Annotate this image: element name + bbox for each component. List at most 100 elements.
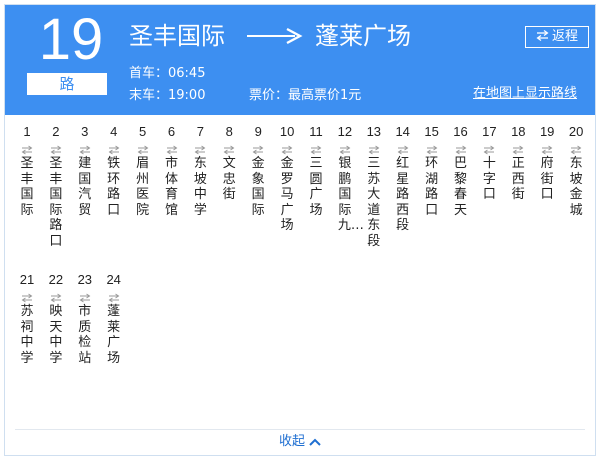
stop-number: 22 [48,272,64,287]
origin-stop: 圣丰国际 [129,22,225,50]
stop-name: 府街口 [540,156,554,202]
stop-name: 眉州医院 [136,156,150,218]
swap-arrows-icon [100,288,128,304]
stop-number: 10 [279,124,295,139]
stop-number: 1 [23,124,31,139]
stop-item[interactable]: 11 三圆广场 [302,123,330,218]
stop-name: 东坡中学 [193,156,207,218]
swap-arrows-icon [273,140,301,156]
swap-arrows-icon [42,140,70,156]
return-trip-label: 返程 [551,29,578,44]
stop-number: 15 [424,124,439,139]
stop-list: 1 圣丰国际 2 圣丰国际路口 3 建国汽贸 4 铁环路口 5 眉州医院 6 市体育馆 7 东坡中学 8 文忠… [5,123,595,423]
stop-name: 文忠街 [222,156,236,202]
swap-arrows-icon [360,140,388,156]
stop-item[interactable]: 14 红星路西段 [389,123,417,234]
stop-item[interactable]: 6 市体育馆 [158,123,186,218]
stop-number: 9 [254,124,262,139]
swap-arrows-icon [71,140,99,156]
route-number: 19 [38,7,104,72]
stop-number: 11 [309,124,323,139]
stop-number: 7 [196,124,204,139]
stop-name: 十字口 [482,156,496,202]
stop-item[interactable]: 19 府街口 [533,123,561,203]
show-route-on-map-link[interactable]: 在地图上显示路线 [473,85,577,103]
swap-arrows-icon [129,140,157,156]
stop-item[interactable]: 8 文忠街 [215,123,243,203]
stop-item[interactable]: 18 正西街 [504,123,532,203]
stop-name: 巴黎春天 [453,156,467,218]
fare-info: 票价：最高票价1元 [249,88,362,103]
stop-item[interactable]: 4 铁环路口 [100,123,128,218]
stop-number: 19 [539,124,555,139]
stop-number: 23 [77,272,93,287]
swap-arrows-icon [13,288,41,304]
stop-item[interactable]: 24 蓬莱广场 [100,271,128,366]
direction-arrow-icon [247,27,303,45]
stop-number: 20 [568,124,584,139]
first-bus-time: 首车：06:45 [129,66,206,81]
stop-name: 苏祠中学 [20,304,34,366]
stop-item[interactable]: 7 东坡中学 [186,123,214,218]
swap-arrows-icon [100,140,128,156]
stop-name: 红星路西段 [396,156,410,233]
swap-arrows-icon [186,140,214,156]
swap-arrows-icon [158,140,186,156]
chevron-up-icon [309,438,321,446]
stop-name: 东坡金城 [569,156,583,218]
stop-item[interactable]: 3 建国汽贸 [71,123,99,218]
stop-item[interactable]: 10 金罗马广场 [273,123,301,234]
stop-item[interactable]: 23 市质检站 [71,271,99,366]
swap-arrows-icon [533,140,561,156]
swap-arrows-icon [331,140,359,156]
swap-arrows-icon [475,140,503,156]
stop-item[interactable]: 22 映天中学 [42,271,70,366]
swap-arrows-icon [418,140,446,156]
stop-item[interactable]: 17 十字口 [475,123,503,203]
stop-number: 16 [453,124,468,139]
stop-item[interactable]: 13 三苏大道东段 [360,123,388,249]
stop-number: 3 [81,124,89,139]
swap-arrows-icon [42,288,70,304]
stop-name: 银鹏国际九… [337,156,364,233]
stop-item[interactable]: 16 巴黎春天 [447,123,475,218]
stop-item[interactable]: 12 银鹏国际九… [331,123,364,234]
stop-number: 21 [19,272,35,287]
stop-number: 24 [106,272,121,287]
stop-name: 建国汽贸 [78,156,92,218]
swap-arrows-icon [215,140,243,156]
last-bus-time: 末车：19:00 [129,88,206,103]
swap-arrows-icon [562,140,590,156]
collapse-button[interactable]: 收起 [5,432,595,452]
swap-arrows-icon [71,288,99,304]
stop-name: 圣丰国际路口 [49,156,63,249]
stop-number: 6 [167,124,176,139]
stop-number: 14 [395,124,410,139]
swap-arrows-icon [302,140,330,156]
stop-number: 18 [511,124,526,139]
stop-name: 蓬莱广场 [107,304,121,366]
swap-arrows-icon [447,140,475,156]
stop-name: 铁环路口 [107,156,121,218]
stop-name: 三苏大道东段 [367,156,381,249]
return-trip-button[interactable]: 返程 [525,26,589,48]
stop-name: 金象国际 [251,156,265,218]
stop-item[interactable]: 1 圣丰国际 [13,123,41,218]
stop-item[interactable]: 21 苏祠中学 [13,271,41,366]
stop-name: 环湖路口 [425,156,439,218]
stop-number: 2 [52,124,60,139]
stop-item[interactable]: 5 眉州医院 [129,123,157,218]
stop-item[interactable]: 9 金象国际 [244,123,272,218]
stop-number: 12 [337,124,353,139]
stop-number: 4 [110,124,118,139]
stop-item[interactable]: 15 环湖路口 [418,123,446,218]
stop-name: 圣丰国际 [20,156,34,218]
swap-arrows-icon [536,30,549,41]
swap-arrows-icon [389,140,417,156]
stop-item[interactable]: 2 圣丰国际路口 [42,123,70,249]
stop-number: 17 [482,124,497,139]
stop-item[interactable]: 20 东坡金城 [562,123,590,218]
route-suffix-badge: 路 [27,73,107,95]
stop-number: 5 [138,124,147,139]
destination-stop: 蓬莱广场 [315,22,411,50]
